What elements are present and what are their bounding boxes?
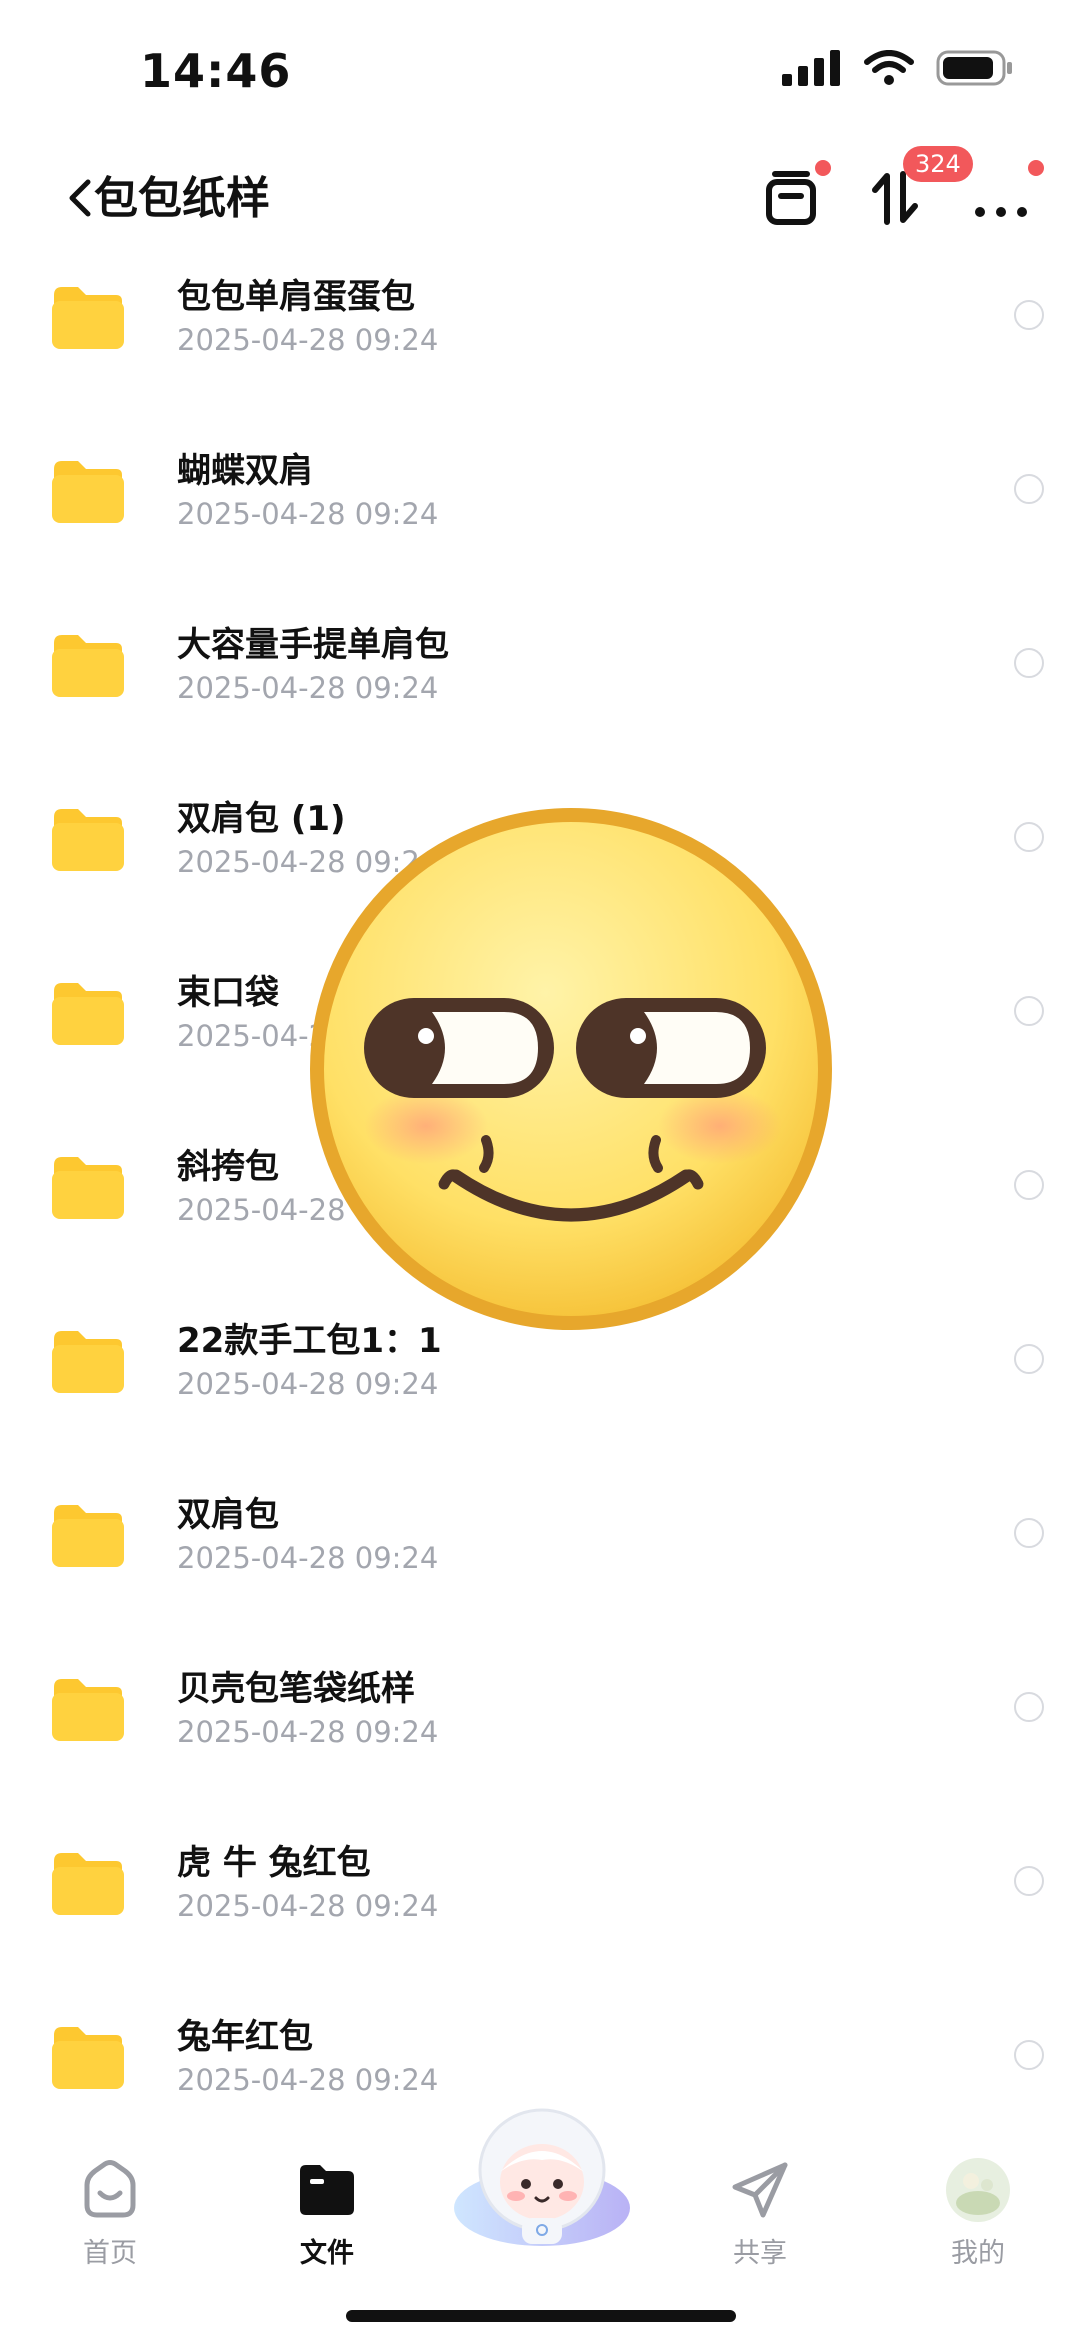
folder-icon xyxy=(52,461,124,523)
select-radio[interactable] xyxy=(1014,474,1044,504)
list-item[interactable]: 包包单肩蛋蛋包 2025-04-28 09:24 xyxy=(0,255,1080,429)
tab-label: 文件 xyxy=(300,2238,354,2269)
file-name: 包包单肩蛋蛋包 xyxy=(177,277,415,317)
folder-icon xyxy=(52,2027,124,2089)
select-radio[interactable] xyxy=(1014,300,1044,330)
folder-icon xyxy=(52,1505,124,1567)
select-radio[interactable] xyxy=(1014,1866,1044,1896)
signal-icon xyxy=(782,50,840,86)
folder-icon xyxy=(52,809,124,871)
clipboard-notification-dot xyxy=(815,160,831,176)
select-radio[interactable] xyxy=(1014,822,1044,852)
smirk-emoji-sticker xyxy=(310,808,832,1330)
folder-icon xyxy=(52,1679,124,1741)
file-name: 蝴蝶双肩 xyxy=(177,451,313,491)
home-indicator xyxy=(346,2310,736,2322)
select-radio[interactable] xyxy=(1014,1344,1044,1374)
tab-label: 共享 xyxy=(733,2238,787,2269)
select-radio[interactable] xyxy=(1014,2040,1044,2070)
mascot-assistant-button[interactable] xyxy=(452,2100,632,2250)
tab-files[interactable]: 文件 xyxy=(257,2155,397,2270)
file-date: 2025-04-28 09:24 xyxy=(177,671,439,705)
home-icon xyxy=(84,2160,136,2218)
avatar xyxy=(946,2158,1010,2222)
select-radio[interactable] xyxy=(1014,648,1044,678)
status-bar: 14:46 xyxy=(0,0,1080,140)
select-radio[interactable] xyxy=(1014,996,1044,1026)
list-item[interactable]: 大容量手提单肩包 2025-04-28 09:24 xyxy=(0,603,1080,777)
folder-icon xyxy=(52,983,124,1045)
folder-icon xyxy=(52,287,124,349)
file-date: 2025-04-28 09:24 xyxy=(177,2063,439,2095)
folder-icon xyxy=(52,1331,124,1393)
file-name: 贝壳包笔袋纸样 xyxy=(177,1669,415,1709)
more-notification-dot xyxy=(1028,160,1044,176)
page-title: 包包纸样 xyxy=(94,173,270,224)
file-name: 大容量手提单肩包 xyxy=(177,625,449,665)
status-icons xyxy=(782,50,1014,86)
file-date: 2025-04-28 09:24 xyxy=(177,1889,439,1923)
file-name: 束口袋 xyxy=(177,973,279,1013)
more-icon[interactable] xyxy=(968,162,1038,232)
top-nav-bar: 包包纸样 324 xyxy=(0,140,1080,260)
file-date: 2025-04-28 09:24 xyxy=(177,1541,439,1575)
select-radio[interactable] xyxy=(1014,1692,1044,1722)
file-name: 双肩包 xyxy=(177,1495,279,1535)
list-item[interactable]: 双肩包 2025-04-28 09:24 xyxy=(0,1473,1080,1647)
file-date: 2025-04-28 09:24 xyxy=(177,1367,439,1401)
tab-home[interactable]: 首页 xyxy=(40,2155,180,2270)
status-time: 14:46 xyxy=(140,44,292,98)
file-date: 2025-04-28 09:24 xyxy=(177,323,439,357)
file-name: 兔年红包 xyxy=(177,2017,313,2057)
folder-icon xyxy=(52,1157,124,1219)
tab-share[interactable]: 共享 xyxy=(690,2155,830,2270)
file-name: 斜挎包 xyxy=(177,1147,279,1187)
list-item[interactable]: 兔年红包 2025-04-28 09:24 xyxy=(0,1995,1080,2095)
folder-icon xyxy=(52,635,124,697)
tab-label: 我的 xyxy=(951,2238,1005,2269)
file-name: 虎 牛 兔红包 xyxy=(177,1843,371,1883)
folder-icon xyxy=(300,2165,354,2215)
select-radio[interactable] xyxy=(1014,1518,1044,1548)
select-radio[interactable] xyxy=(1014,1170,1044,1200)
list-item[interactable]: 贝壳包笔袋纸样 2025-04-28 09:24 xyxy=(0,1647,1080,1821)
wifi-icon xyxy=(864,50,914,85)
file-date: 2025-04-28 09:24 xyxy=(177,497,439,531)
battery-icon xyxy=(936,50,1012,86)
folder-icon xyxy=(52,1853,124,1915)
list-item[interactable]: 虎 牛 兔红包 2025-04-28 09:24 xyxy=(0,1821,1080,1995)
tab-me[interactable]: 我的 xyxy=(908,2155,1048,2270)
send-icon xyxy=(732,2162,788,2218)
list-item[interactable]: 蝴蝶双肩 2025-04-28 09:24 xyxy=(0,429,1080,603)
tab-label: 首页 xyxy=(83,2238,137,2269)
transfer-count-badge: 324 xyxy=(903,146,973,182)
file-date: 2025-04-28 09:24 xyxy=(177,1715,439,1749)
